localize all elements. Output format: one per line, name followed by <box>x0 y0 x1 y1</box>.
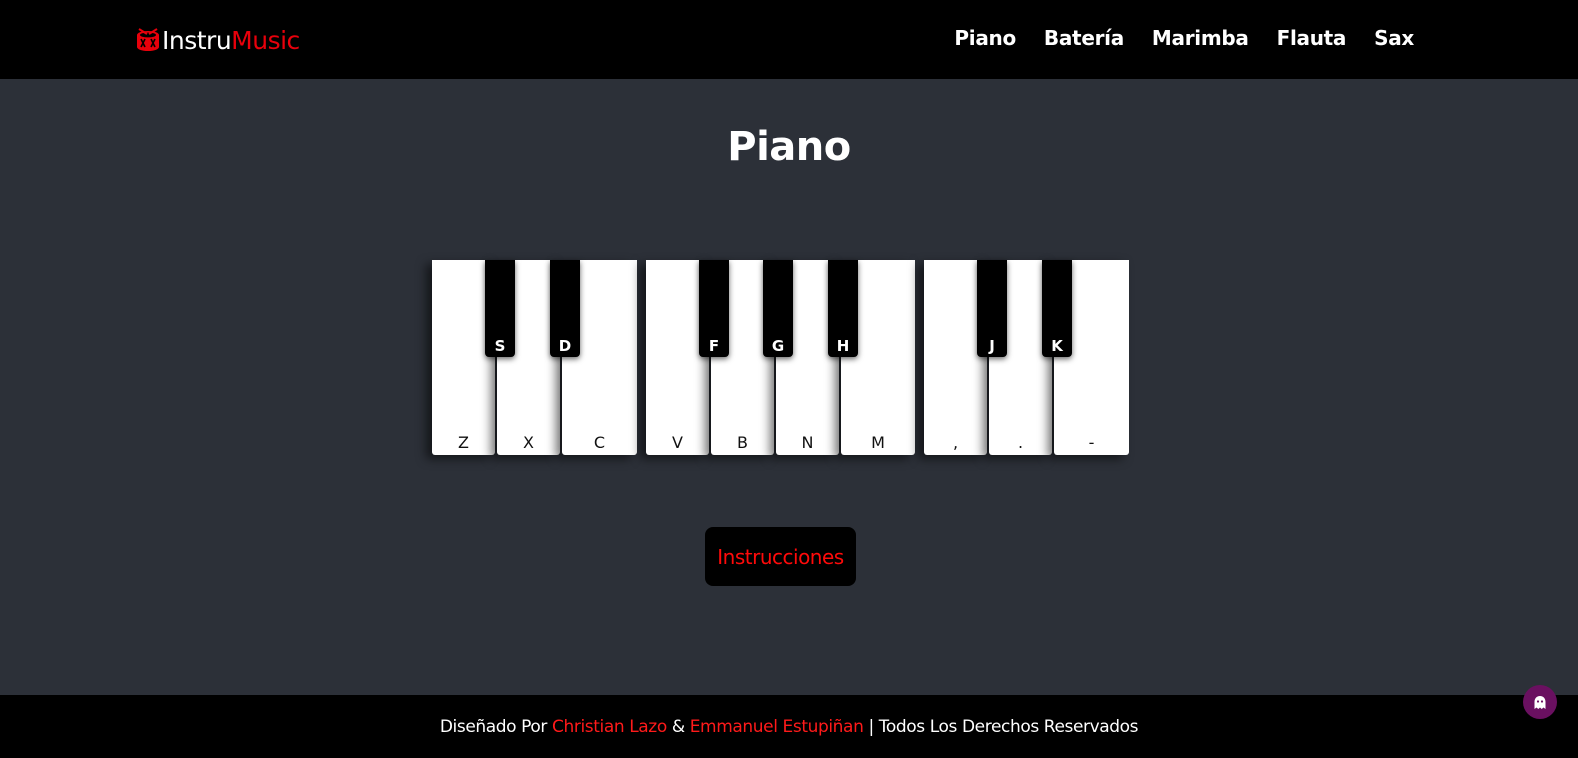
footer: Diseñado Por Christian Lazo & Emmanuel E… <box>0 695 1578 758</box>
nav-link-sax[interactable]: Sax <box>1374 26 1414 50</box>
black-key-f[interactable]: F <box>699 260 729 357</box>
black-key-k[interactable]: K <box>1042 260 1072 357</box>
key-label: X <box>523 433 534 452</box>
black-key-h[interactable]: H <box>828 260 858 357</box>
floating-widget-button[interactable] <box>1523 685 1557 719</box>
key-label: Z <box>458 433 469 452</box>
piano-keyboard: Z X C V B N M , . - S D F G H J K <box>432 260 1130 456</box>
nav-link-piano[interactable]: Piano <box>954 26 1016 50</box>
key-label: - <box>1088 433 1095 452</box>
key-label: H <box>836 337 850 355</box>
key-label: . <box>1017 433 1024 452</box>
key-label: K <box>1051 337 1063 355</box>
key-label: N <box>801 433 814 452</box>
navbar: Instru Music Piano Batería Marimba Flauta… <box>0 0 1578 79</box>
key-label: J <box>989 337 995 355</box>
author-link-christian[interactable]: Christian Lazo <box>552 717 667 737</box>
key-label: G <box>771 337 785 355</box>
page-title: Piano <box>727 124 851 170</box>
nav-link-bateria[interactable]: Batería <box>1044 26 1124 50</box>
key-label: D <box>558 337 572 355</box>
brand-text-instru: Instru <box>162 25 232 55</box>
key-label: C <box>593 433 606 452</box>
key-label: S <box>494 337 506 355</box>
key-label: M <box>871 433 885 452</box>
nav-link-marimba[interactable]: Marimba <box>1152 26 1249 50</box>
ghost-icon <box>1534 695 1546 709</box>
black-key-s[interactable]: S <box>485 260 515 357</box>
footer-prefix: Diseñado Por <box>439 717 548 737</box>
drum-icon <box>137 28 159 51</box>
black-key-d[interactable]: D <box>550 260 580 357</box>
brand-logo[interactable]: Instru Music <box>135 22 300 58</box>
key-label: V <box>672 433 683 452</box>
footer-credits: Diseñado Por Christian Lazo & Emmanuel E… <box>0 717 1578 737</box>
black-key-j[interactable]: J <box>977 260 1007 357</box>
nav-link-flauta[interactable]: Flauta <box>1277 26 1347 50</box>
key-label: B <box>737 433 748 452</box>
key-label: F <box>708 337 720 355</box>
key-label: , <box>952 433 959 452</box>
brand-text-music: Music <box>231 25 300 55</box>
instructions-button[interactable]: Instrucciones <box>705 527 856 586</box>
author-link-emmanuel[interactable]: Emmanuel Estupiñan <box>690 717 864 737</box>
footer-rights: | Todos Los Derechos Reservados <box>868 717 1139 737</box>
black-key-g[interactable]: G <box>763 260 793 357</box>
footer-ampersand: & <box>671 717 685 737</box>
main-nav: Piano Batería Marimba Flauta Sax <box>926 26 1414 50</box>
